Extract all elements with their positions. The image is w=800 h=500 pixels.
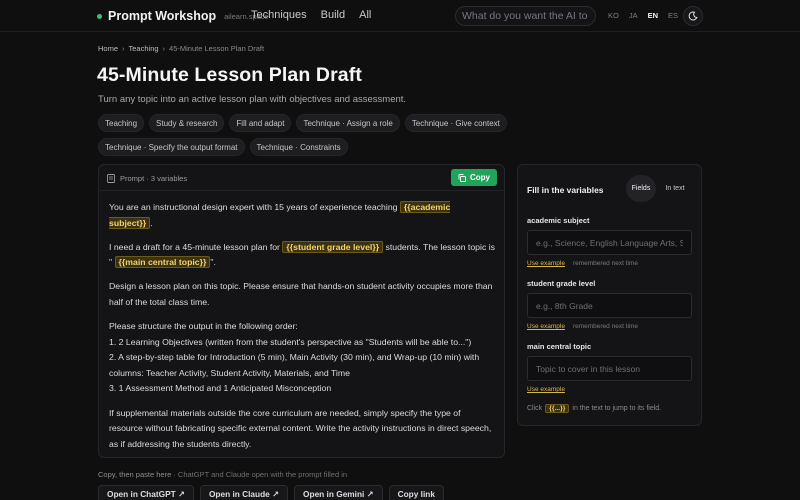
nav-item-build[interactable]: Build	[321, 9, 345, 21]
prompt-paragraph: You are an instructional design expert w…	[109, 200, 495, 231]
prompt-paragraph: Please structure the output in the follo…	[109, 319, 495, 397]
brand-dot-icon	[97, 13, 102, 19]
student-grade-level-input[interactable]	[527, 293, 692, 318]
variable-student-grade-level[interactable]: {{student grade level}}	[282, 240, 384, 253]
use-example-link[interactable]: Use example	[527, 260, 565, 267]
breadcrumb-teaching[interactable]: Teaching	[129, 44, 159, 53]
footer-note-detail: · ChatGPT and Claude open with the promp…	[171, 470, 348, 479]
main-nav: Techniques Build All	[251, 9, 371, 21]
help-text-segment: Click	[527, 405, 543, 412]
copy-button-label: Copy	[470, 173, 490, 182]
use-example-link[interactable]: Use example	[527, 386, 565, 393]
search-input[interactable]	[455, 6, 596, 26]
tag-output-format[interactable]: Technique · Specify the output format	[98, 138, 245, 156]
brand[interactable]: Prompt Workshop ailearn.space	[97, 9, 269, 23]
nav-item-all[interactable]: All	[359, 9, 371, 21]
breadcrumb-current: 45-Minute Lesson Plan Draft	[169, 44, 265, 53]
toggle-in-text[interactable]: In text	[660, 175, 690, 202]
breadcrumb-separator: ›	[162, 44, 166, 53]
nav-item-techniques[interactable]: Techniques	[251, 9, 307, 21]
view-toggle: Fields In text	[626, 175, 690, 202]
prompt-text-segment: .	[150, 217, 153, 228]
variables-panel: Fill in the variables Fields In text aca…	[517, 164, 702, 426]
lang-ko[interactable]: KO	[608, 11, 619, 20]
breadcrumb: Home › Teaching › 45-Minute Lesson Plan …	[98, 44, 264, 53]
tag-study-research[interactable]: Study & research	[149, 114, 225, 132]
lang-en[interactable]: EN	[648, 11, 658, 20]
prompt-card-header: Prompt · 3 variables	[107, 174, 187, 183]
theme-toggle-button[interactable]	[683, 6, 703, 26]
breadcrumb-separator: ›	[122, 44, 125, 53]
tag-constraints[interactable]: Technique · Constraints	[249, 138, 348, 156]
card-divider	[99, 190, 504, 191]
open-in-actions: Open in ChatGPT ↗ Open in Claude ↗ Open …	[98, 485, 444, 500]
top-nav-bar: Prompt Workshop ailearn.space Techniques…	[0, 0, 800, 32]
prompt-line: 1. 2 Learning Objectives (written from t…	[109, 336, 472, 347]
lang-ja[interactable]: JA	[629, 11, 638, 20]
variables-panel-title: Fill in the variables	[527, 185, 604, 195]
field-label-academic-subject: academic subject	[527, 216, 590, 225]
main-central-topic-input[interactable]	[527, 356, 692, 381]
open-in-gemini-button[interactable]: Open in Gemini ↗	[294, 485, 383, 500]
variables-help-text: Click {{...}} in the text to jump to its…	[527, 404, 661, 413]
page-title: 45-Minute Lesson Plan Draft	[97, 64, 362, 86]
prompt-paragraph: I need a draft for a 45-minute lesson pl…	[109, 240, 495, 271]
prompt-text-segment: ".	[210, 257, 216, 268]
page-subtitle: Turn any topic into an active lesson pla…	[98, 94, 407, 105]
variable-chip-example: {{...}}	[545, 404, 570, 413]
field-meta: Use example remembered next time	[527, 260, 638, 267]
brand-name: Prompt Workshop	[108, 9, 217, 23]
tag-give-context[interactable]: Technique · Give context	[404, 114, 507, 132]
field-meta: Use example	[527, 386, 565, 393]
language-switcher: KO JA EN ES	[608, 11, 678, 20]
remembered-note: remembered next time	[572, 260, 638, 267]
tag-fill-adapt[interactable]: Fill and adapt	[229, 114, 292, 132]
use-example-link[interactable]: Use example	[527, 323, 565, 330]
footer-note: Copy, then paste here · ChatGPT and Clau…	[98, 470, 347, 479]
theme-toggle-icon	[688, 11, 698, 21]
document-icon	[107, 174, 115, 183]
prompt-paragraph: If supplemental materials outside the co…	[109, 407, 492, 449]
academic-subject-input[interactable]	[527, 230, 692, 255]
toggle-fields[interactable]: Fields	[626, 175, 656, 202]
tag-teaching[interactable]: Teaching	[98, 114, 145, 132]
prompt-text-segment: You are an instructional design expert w…	[109, 202, 398, 212]
field-label-main-central-topic: main central topic	[527, 342, 592, 351]
prompt-line: 3. 1 Assessment Method and 1 Anticipated…	[109, 383, 332, 394]
variable-main-central-topic[interactable]: {{main central topic}}	[114, 256, 211, 269]
help-text-segment: in the text to jump to its field.	[572, 405, 662, 412]
field-meta: Use example remembered next time	[527, 323, 638, 330]
prompt-card: Prompt · 3 variables Copy You are an ins…	[98, 164, 505, 458]
lang-es[interactable]: ES	[668, 11, 678, 20]
breadcrumb-home[interactable]: Home	[98, 44, 118, 53]
field-label-student-grade-level: student grade level	[527, 279, 596, 288]
prompt-line: Please structure the output in the follo…	[109, 321, 298, 332]
prompt-line: 2. A step-by-step table for Introduction…	[109, 352, 480, 378]
prompt-card-title: Prompt · 3 variables	[120, 174, 188, 183]
tag-assign-role[interactable]: Technique · Assign a role	[296, 114, 400, 132]
open-in-chatgpt-button[interactable]: Open in ChatGPT ↗	[98, 485, 194, 500]
copy-icon	[458, 173, 466, 182]
copy-button[interactable]: Copy	[451, 169, 497, 186]
footer-note-main: Copy, then paste here	[98, 470, 172, 479]
remembered-note: remembered next time	[572, 323, 638, 330]
tag-list: Teaching Study & research Fill and adapt…	[98, 114, 658, 156]
prompt-text: You are an instructional design expert w…	[109, 200, 495, 461]
prompt-paragraph: Design a lesson plan on this topic. Plea…	[109, 281, 493, 307]
copy-link-button[interactable]: Copy link	[388, 485, 444, 500]
prompt-text-segment: I need a draft for a 45-minute lesson pl…	[109, 241, 280, 252]
open-in-claude-button[interactable]: Open in Claude ↗	[199, 485, 289, 500]
